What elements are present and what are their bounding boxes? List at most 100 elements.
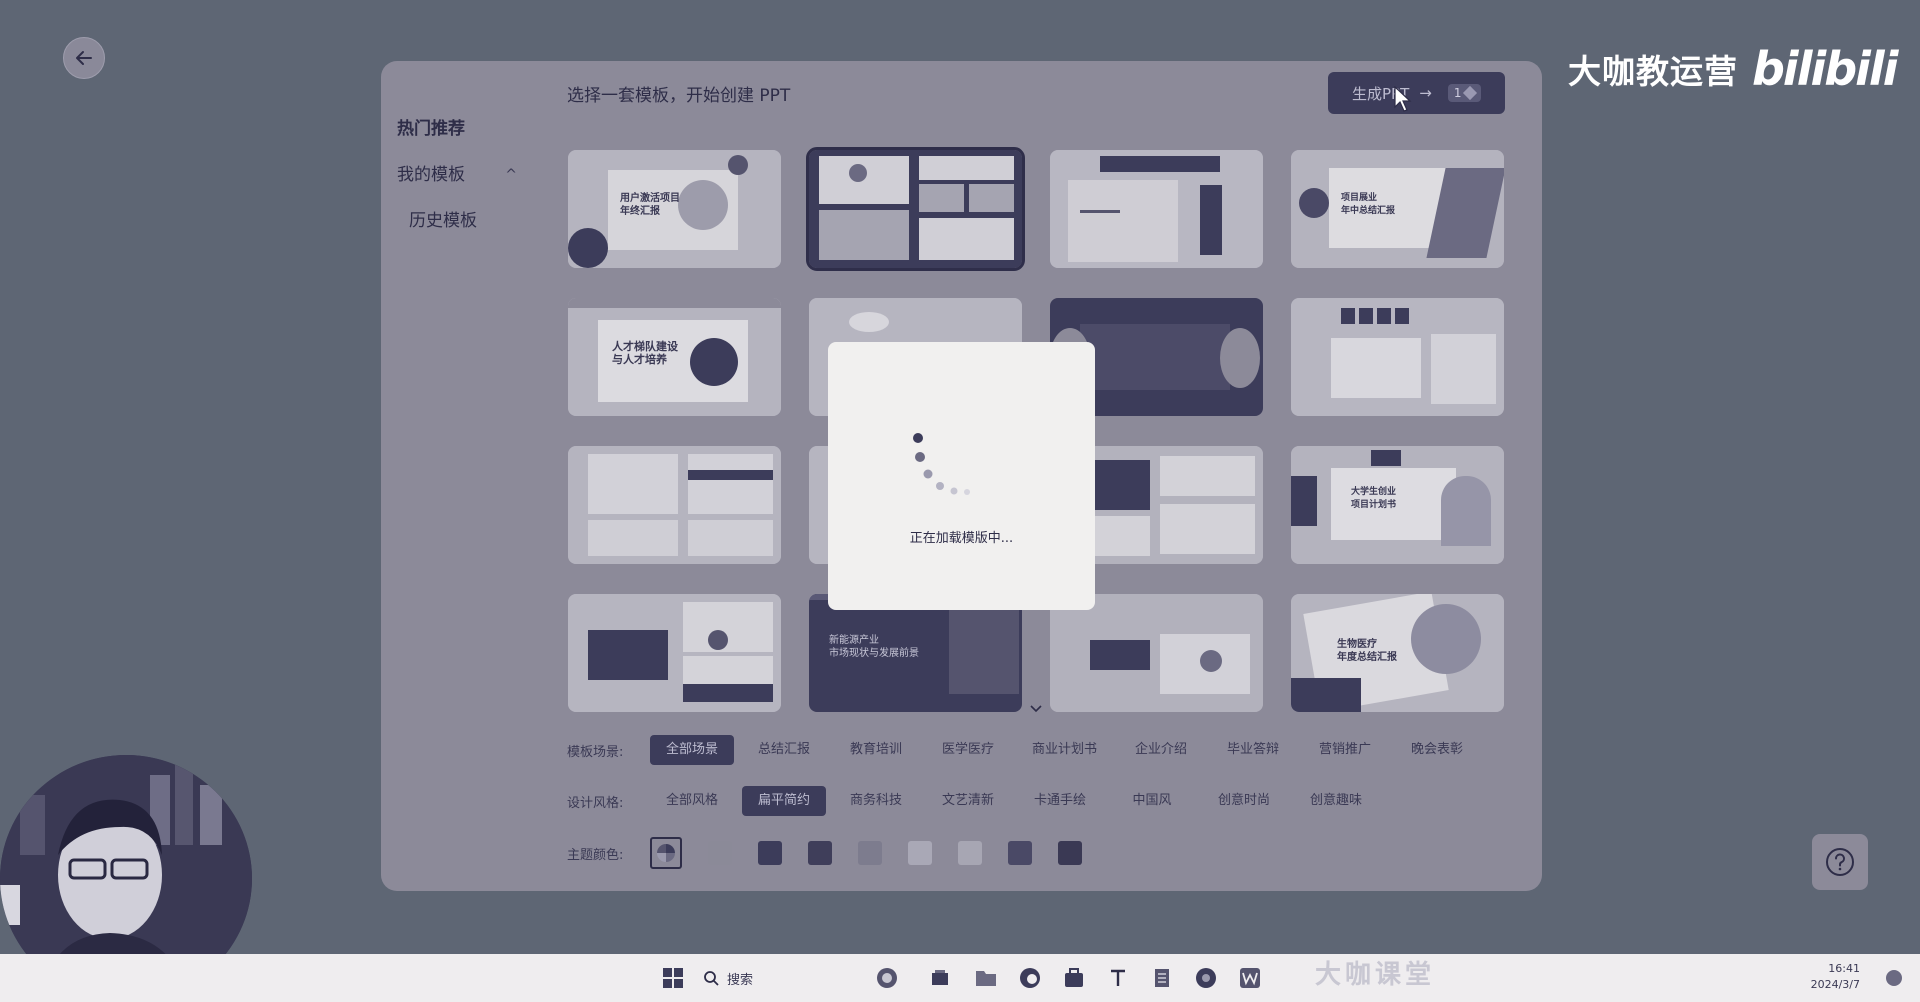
sidebar-item-label: 历史模板 [409, 211, 477, 231]
help-button[interactable] [1812, 834, 1868, 890]
style-filter-label: 设计风格: [567, 795, 624, 811]
sidebar-item-history[interactable]: 历史模板 [397, 198, 517, 244]
mouse-cursor-icon [1394, 86, 1412, 112]
taskbar-app-typora[interactable] [1104, 964, 1132, 992]
media-player-icon [1196, 968, 1216, 988]
scene-chip-business-plan[interactable]: 商业计划书 [1018, 735, 1111, 765]
color-swatch-all[interactable] [650, 837, 682, 869]
taskbar: 搜索 大咖课堂 16:41 2024/3/7 [0, 954, 1920, 1002]
template-thumb-9[interactable] [568, 446, 781, 564]
style-chip-cartoon[interactable]: 卡通手绘 [1018, 786, 1102, 816]
search-label: 搜索 [727, 972, 754, 988]
search-icon [704, 971, 719, 986]
notepad-icon [1155, 969, 1169, 987]
sidebar-item-my-templates[interactable]: 我的模板 ^ [397, 152, 517, 198]
template-thumb-15[interactable] [1050, 594, 1263, 712]
scene-chip-gala[interactable]: 晚会表彰 [1395, 735, 1479, 765]
scene-chip-medical[interactable]: 医学医疗 [926, 735, 1010, 765]
color-filter-label: 主题颜色: [567, 847, 624, 863]
notification-icon [1886, 970, 1902, 986]
color-swatch[interactable] [758, 841, 782, 865]
template-thumb-1[interactable]: 用户激活项目 年终汇报 [568, 150, 781, 268]
panel-title: 选择一套模板，开始创建 PPT [567, 86, 791, 106]
template-caption: 用户激活项目 年终汇报 [620, 193, 680, 217]
template-caption: 生物医疗 年度总结汇报 [1337, 639, 1397, 663]
bilibili-logo: bilibili [1752, 42, 1898, 96]
style-chip-fun[interactable]: 创意趣味 [1294, 786, 1378, 816]
gem-icon [1463, 85, 1478, 101]
color-filter-row: 主题颜色: [567, 837, 1108, 869]
taskbar-app-store[interactable] [1060, 964, 1088, 992]
color-swatch[interactable] [1008, 841, 1032, 865]
taskbar-app-explorer[interactable] [972, 964, 1000, 992]
template-thumb-14[interactable]: 新能源产业 市场现状与发展前景 [809, 594, 1022, 712]
color-swatch[interactable] [958, 841, 982, 865]
color-swatch[interactable] [1058, 841, 1082, 865]
color-swatch[interactable] [908, 841, 932, 865]
clock-time: 16:41 [1828, 962, 1860, 975]
start-button[interactable] [659, 964, 687, 992]
scene-chip-education[interactable]: 教育培训 [834, 735, 918, 765]
style-filter-row: 设计风格: 全部风格 扁平简约 商务科技 文艺清新 卡通手绘 中国风 创意时尚 … [567, 785, 1386, 817]
color-swatch[interactable] [858, 841, 882, 865]
globe-icon [877, 968, 897, 988]
sidebar-item-label: 热门推荐 [397, 119, 465, 139]
color-swatch[interactable] [808, 841, 832, 865]
style-chip-flat[interactable]: 扁平简约 [742, 786, 826, 816]
chevron-down-icon[interactable] [1029, 702, 1043, 718]
folder-icon [976, 971, 996, 986]
style-chip-fresh[interactable]: 文艺清新 [926, 786, 1010, 816]
generate-ppt-button[interactable]: 生成PPT → 1 [1328, 72, 1505, 114]
style-chip-all[interactable]: 全部风格 [650, 786, 734, 816]
question-icon [1826, 848, 1854, 876]
task-view-icon [932, 970, 948, 985]
template-thumb-4[interactable]: 项目展业 年中总结汇报 [1291, 150, 1504, 268]
style-chip-chinese[interactable]: 中国风 [1110, 786, 1194, 816]
sidebar-item-hot[interactable]: 热门推荐 [397, 106, 517, 152]
watermark-text: 大咖教运营 [1568, 52, 1738, 91]
scene-chip-marketing[interactable]: 营销推广 [1303, 735, 1387, 765]
scene-chip-graduation[interactable]: 毕业答辩 [1211, 735, 1295, 765]
loading-dialog: 正在加载模版中... [828, 342, 1095, 610]
scene-chip-company[interactable]: 企业介绍 [1119, 735, 1203, 765]
template-caption: 大学生创业 项目计划书 [1351, 487, 1397, 510]
taskbar-watermark: 大咖课堂 [1315, 960, 1436, 990]
system-clock[interactable]: 16:41 2024/3/7 [1811, 961, 1860, 993]
scene-chip-summary[interactable]: 总结汇报 [742, 735, 826, 765]
taskbar-notification[interactable] [1880, 964, 1908, 992]
template-caption: 新能源产业 市场现状与发展前景 [829, 635, 919, 659]
taskbar-app-task-view[interactable] [926, 964, 954, 992]
color-swatch[interactable] [708, 841, 732, 865]
store-icon [1065, 968, 1083, 987]
edge-browser-icon [1020, 968, 1040, 988]
template-thumb-5[interactable]: 人才梯队建设 与人才培养 [568, 298, 781, 416]
loading-text: 正在加载模版中... [909, 531, 1014, 546]
loading-spinner-icon [913, 433, 970, 495]
style-chip-fashion[interactable]: 创意时尚 [1202, 786, 1286, 816]
credit-badge: 1 [1447, 84, 1482, 102]
sidebar: 热门推荐 我的模板 ^ 历史模板 [397, 106, 517, 244]
style-chip-business-tech[interactable]: 商务科技 [834, 786, 918, 816]
clock-date: 2024/3/7 [1810, 978, 1860, 991]
template-thumb-13[interactable] [568, 594, 781, 712]
taskbar-app-wps[interactable] [1236, 964, 1264, 992]
taskbar-app-media[interactable] [1192, 964, 1220, 992]
windows-icon [663, 968, 683, 988]
color-wheel-icon [657, 844, 675, 862]
chevron-up-icon[interactable]: ^ [505, 152, 517, 198]
taskbar-app-edge[interactable] [1016, 964, 1044, 992]
template-thumb-16[interactable]: 生物医疗 年度总结汇报 [1291, 594, 1504, 712]
taskbar-app-notes[interactable] [1148, 964, 1176, 992]
back-button[interactable] [63, 37, 105, 79]
template-thumb-8[interactable] [1291, 298, 1504, 416]
taskbar-app-widgets[interactable] [873, 964, 901, 992]
template-thumb-12[interactable]: 大学生创业 项目计划书 [1291, 446, 1504, 564]
scene-chip-all[interactable]: 全部场景 [650, 735, 734, 765]
text-app-icon [1111, 969, 1125, 986]
template-thumb-2[interactable] [806, 147, 1025, 271]
taskbar-search[interactable]: 搜索 [703, 966, 753, 990]
channel-watermark: 大咖教运营 bilibili [1568, 34, 1898, 104]
credit-count: 1 [1453, 86, 1462, 100]
template-thumb-3[interactable] [1050, 150, 1263, 268]
template-caption: 项目展业 年中总结汇报 [1341, 193, 1396, 216]
